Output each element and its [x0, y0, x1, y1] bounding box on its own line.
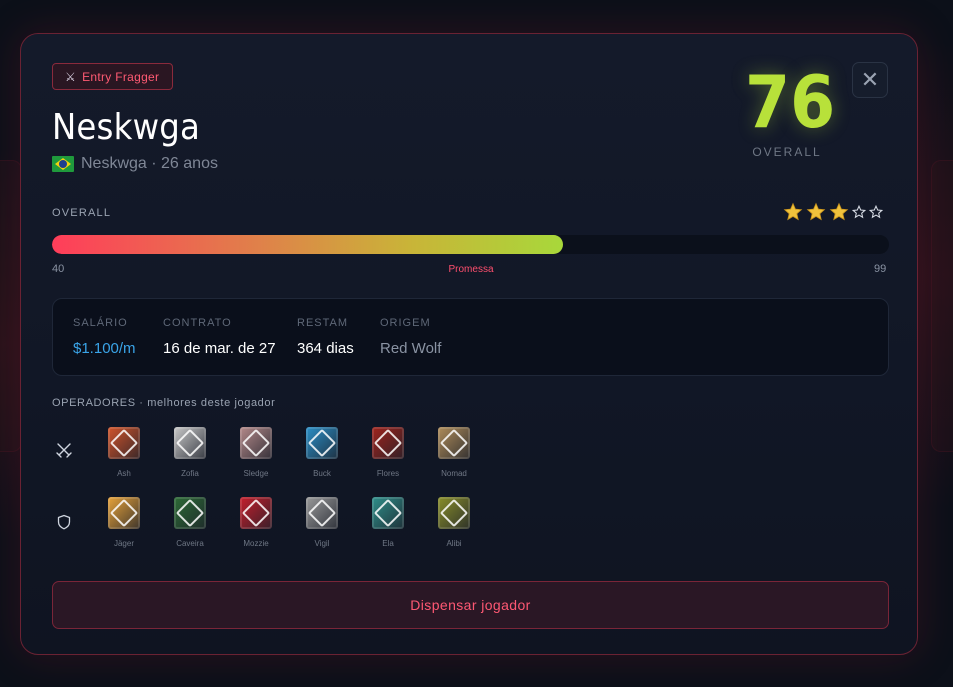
operator-caveira[interactable]: Caveira [157, 497, 223, 548]
operator-emblem-icon [240, 497, 272, 529]
operator-emblem-icon [174, 497, 206, 529]
operator-emblem-icon [306, 497, 338, 529]
origin-field: ORIGEM Red Wolf [380, 317, 441, 357]
operator-emblem-icon [372, 427, 404, 459]
player-modal: ⚔ Entry Fragger Neskwga Neskwga · 26 ano… [20, 33, 918, 655]
operator-emblem-icon [372, 497, 404, 529]
operator-glyph [307, 428, 337, 458]
operator-flores[interactable]: Flores [355, 427, 421, 478]
origin-value: Red Wolf [380, 340, 442, 357]
operator-zofia[interactable]: Zofia [157, 427, 223, 478]
origin-label: ORIGEM [380, 317, 431, 329]
star-empty-icon [852, 205, 866, 219]
overall-bar-min: 40 [52, 263, 65, 275]
operator-name: Caveira [176, 539, 204, 548]
background-card [931, 160, 953, 452]
contract-field: CONTRATO 16 de mar. de 27 [163, 317, 276, 357]
operator-name: Jäger [113, 539, 134, 548]
brazil-flag-icon [52, 156, 74, 172]
operator-alibi[interactable]: Alibi [421, 497, 487, 548]
attack-operators-row: Ash Zofia Sledge Buck Flores Nomad [91, 427, 487, 478]
star-filled-icon [829, 202, 849, 221]
player-name: Neskwga [52, 107, 201, 148]
overall-rating-label: OVERALL [752, 145, 822, 159]
operator-vigil[interactable]: Vigil [289, 497, 355, 548]
operator-name: Alibi [446, 539, 462, 548]
role-label: Entry Fragger [82, 69, 160, 84]
operator-glyph [439, 498, 469, 528]
operator-name: Ela [382, 539, 394, 548]
operator-ash[interactable]: Ash [91, 427, 157, 478]
player-subtitle: Neskwga · 26 anos [81, 155, 218, 172]
operator-emblem-icon [438, 497, 470, 529]
dismiss-player-button[interactable]: Dispensar jogador [52, 581, 889, 629]
operators-section-label: OPERADORES · melhores deste jogador [52, 397, 276, 409]
overall-section-label: OVERALL [52, 207, 112, 219]
contract-value: 16 de mar. de 27 [163, 340, 276, 357]
potential-tag: Promessa [448, 264, 494, 275]
operator-name: Ash [117, 469, 131, 478]
star-rating [783, 202, 883, 222]
salary-label: SALÁRIO [73, 317, 128, 329]
operator-glyph [109, 498, 139, 528]
operator-jger[interactable]: Jäger [91, 497, 157, 548]
operator-emblem-icon [306, 427, 338, 459]
operator-emblem-icon [108, 427, 140, 459]
overall-bar-fill [52, 235, 563, 254]
background-card [0, 160, 22, 452]
overall-rating: 76 [745, 60, 836, 144]
operator-mozzie[interactable]: Mozzie [223, 497, 289, 548]
overall-bar [52, 235, 889, 254]
operator-name: Nomad [441, 469, 467, 478]
close-icon: ✕ [860, 67, 880, 92]
operator-glyph [241, 498, 271, 528]
operator-name: Zofia [181, 469, 199, 478]
operator-name: Buck [313, 469, 331, 478]
operator-buck[interactable]: Buck [289, 427, 355, 478]
operator-glyph [175, 498, 205, 528]
role-badge: ⚔ Entry Fragger [52, 63, 174, 90]
remaining-label: RESTAM [297, 317, 349, 329]
overall-bar-max: 99 [874, 263, 887, 275]
star-empty-icon [869, 205, 883, 219]
operator-name: Vigil [314, 539, 330, 548]
contract-label: CONTRATO [163, 317, 232, 329]
contract-info-card: SALÁRIO $1.100/m CONTRATO 16 de mar. de … [52, 298, 889, 376]
remaining-value: 364 dias [297, 340, 354, 357]
operator-emblem-icon [108, 497, 140, 529]
operator-name: Flores [376, 469, 400, 478]
close-button[interactable]: ✕ [852, 62, 888, 98]
operator-glyph [241, 428, 271, 458]
operator-emblem-icon [174, 427, 206, 459]
defense-operators-row: Jäger Caveira Mozzie Vigil Ela Alibi [91, 497, 487, 548]
operator-glyph [109, 428, 139, 458]
operator-glyph [373, 498, 403, 528]
operator-name: Mozzie [243, 539, 269, 548]
shield-icon [56, 514, 72, 530]
operator-name: Sledge [243, 469, 269, 478]
player-subtitle-row: Neskwga · 26 anos [52, 155, 218, 173]
operator-emblem-icon [438, 427, 470, 459]
operator-sledge[interactable]: Sledge [223, 427, 289, 478]
salary-field: SALÁRIO $1.100/m [73, 317, 136, 357]
star-filled-icon [783, 202, 803, 221]
operator-glyph [175, 428, 205, 458]
operator-ela[interactable]: Ela [355, 497, 421, 548]
star-filled-icon [806, 202, 826, 221]
crossed-swords-icon [56, 442, 72, 458]
remaining-field: RESTAM 364 dias [297, 317, 354, 357]
operator-glyph [307, 498, 337, 528]
salary-value: $1.100/m [73, 340, 136, 357]
operator-emblem-icon [240, 427, 272, 459]
operator-glyph [373, 428, 403, 458]
crossed-swords-icon: ⚔ [65, 69, 77, 84]
operator-nomad[interactable]: Nomad [421, 427, 487, 478]
operator-glyph [439, 428, 469, 458]
